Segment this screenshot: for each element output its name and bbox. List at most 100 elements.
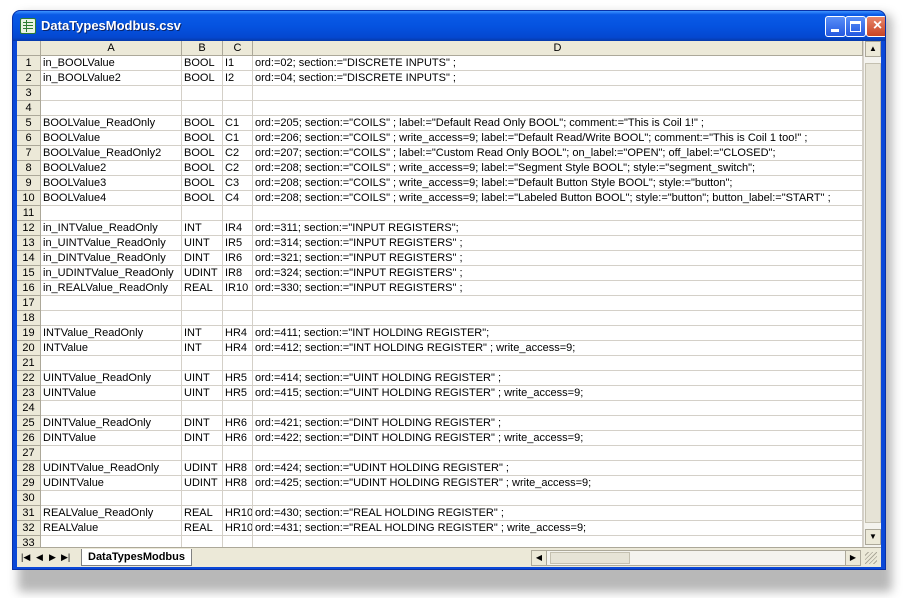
prev-sheet-arrow-icon[interactable]: ◀	[36, 552, 43, 563]
cell-d[interactable]	[253, 446, 863, 461]
cell-d[interactable]: ord:=430; section:="REAL HOLDING REGISTE…	[253, 506, 863, 521]
scroll-right-arrow-icon[interactable]: ▶	[845, 550, 861, 566]
cell-c[interactable]	[223, 356, 253, 371]
cell-d[interactable]	[253, 311, 863, 326]
cell-a[interactable]	[41, 491, 182, 506]
cell-d[interactable]: ord:=324; section:="INPUT REGISTERS" ;	[253, 266, 863, 281]
cell-d[interactable]: ord:=04; section:="DISCRETE INPUTS" ;	[253, 71, 863, 86]
cell-a[interactable]: REALValue_ReadOnly	[41, 506, 182, 521]
scroll-up-arrow-icon[interactable]: ▲	[865, 41, 881, 57]
row-number-header[interactable]: 19	[17, 326, 41, 341]
cell-d[interactable]: ord:=424; section:="UDINT HOLDING REGIST…	[253, 461, 863, 476]
row-number-header[interactable]: 1	[17, 56, 41, 71]
cell-c[interactable]	[223, 101, 253, 116]
cell-d[interactable]: ord:=02; section:="DISCRETE INPUTS" ;	[253, 56, 863, 71]
cell-b[interactable]: BOOL	[182, 191, 223, 206]
cell-b[interactable]: BOOL	[182, 161, 223, 176]
cell-d[interactable]: ord:=431; section:="REAL HOLDING REGISTE…	[253, 521, 863, 536]
cell-a[interactable]: in_BOOLValue	[41, 56, 182, 71]
cell-c[interactable]: IR10	[223, 281, 253, 296]
cell-a[interactable]: UDINTValue_ReadOnly	[41, 461, 182, 476]
cell-d[interactable]: ord:=421; section:="DINT HOLDING REGISTE…	[253, 416, 863, 431]
cell-d[interactable]	[253, 101, 863, 116]
cell-d[interactable]: ord:=208; section:="COILS" ; write_acces…	[253, 191, 863, 206]
row-number-header[interactable]: 30	[17, 491, 41, 506]
cell-a[interactable]	[41, 311, 182, 326]
cell-b[interactable]: UINT	[182, 371, 223, 386]
row-number-header[interactable]: 12	[17, 221, 41, 236]
cell-d[interactable]: ord:=205; section:="COILS" ; label:="Def…	[253, 116, 863, 131]
cell-c[interactable]: IR6	[223, 251, 253, 266]
cell-b[interactable]: BOOL	[182, 176, 223, 191]
cell-a[interactable]: BOOLValue_ReadOnly2	[41, 146, 182, 161]
row-number-header[interactable]: 9	[17, 176, 41, 191]
cell-b[interactable]: UDINT	[182, 266, 223, 281]
minimize-button[interactable]	[825, 16, 846, 37]
cell-a[interactable]: in_BOOLValue2	[41, 71, 182, 86]
cell-a[interactable]: UDINTValue	[41, 476, 182, 491]
vertical-scroll-thumb[interactable]	[865, 63, 881, 523]
row-number-header[interactable]: 29	[17, 476, 41, 491]
row-number-header[interactable]: 26	[17, 431, 41, 446]
row-number-header[interactable]: 5	[17, 116, 41, 131]
cell-d[interactable]: ord:=330; section:="INPUT REGISTERS" ;	[253, 281, 863, 296]
cell-c[interactable]	[223, 86, 253, 101]
cell-b[interactable]: BOOL	[182, 71, 223, 86]
cell-a[interactable]	[41, 356, 182, 371]
row-number-header[interactable]: 17	[17, 296, 41, 311]
last-sheet-arrow-icon[interactable]: ▶|	[61, 552, 70, 563]
cell-d[interactable]: ord:=206; section:="COILS" ; write_acces…	[253, 131, 863, 146]
cell-c[interactable]: C1	[223, 131, 253, 146]
row-number-header[interactable]: 14	[17, 251, 41, 266]
cell-c[interactable]	[223, 206, 253, 221]
row-number-header[interactable]: 10	[17, 191, 41, 206]
first-sheet-arrow-icon[interactable]: |◀	[21, 552, 30, 563]
cell-b[interactable]	[182, 101, 223, 116]
cell-a[interactable]: in_UINTValue_ReadOnly	[41, 236, 182, 251]
cell-a[interactable]: BOOLValue3	[41, 176, 182, 191]
row-number-header[interactable]: 7	[17, 146, 41, 161]
cell-d[interactable]: ord:=411; section:="INT HOLDING REGISTER…	[253, 326, 863, 341]
excel-document-icon[interactable]	[20, 18, 36, 34]
cell-d[interactable]: ord:=207; section:="COILS" ; label:="Cus…	[253, 146, 863, 161]
cell-b[interactable]	[182, 311, 223, 326]
cell-c[interactable]: HR5	[223, 371, 253, 386]
cell-d[interactable]	[253, 356, 863, 371]
cell-b[interactable]: REAL	[182, 281, 223, 296]
cell-a[interactable]: DINTValue_ReadOnly	[41, 416, 182, 431]
cell-b[interactable]	[182, 86, 223, 101]
cell-b[interactable]: BOOL	[182, 146, 223, 161]
cell-d[interactable]: ord:=314; section:="INPUT REGISTERS" ;	[253, 236, 863, 251]
scroll-left-arrow-icon[interactable]: ◀	[531, 550, 547, 566]
close-button[interactable]: ×	[866, 16, 885, 37]
cell-b[interactable]	[182, 296, 223, 311]
cell-a[interactable]: BOOLValue	[41, 131, 182, 146]
horizontal-scrollbar[interactable]: ◀ ▶	[531, 550, 861, 566]
select-all-corner[interactable]	[17, 41, 41, 56]
cell-b[interactable]: REAL	[182, 506, 223, 521]
cell-b[interactable]: INT	[182, 326, 223, 341]
cell-c[interactable]: C3	[223, 176, 253, 191]
row-number-header[interactable]: 3	[17, 86, 41, 101]
resize-grip-icon[interactable]	[865, 552, 877, 564]
row-number-header[interactable]: 2	[17, 71, 41, 86]
row-number-header[interactable]: 25	[17, 416, 41, 431]
row-number-header[interactable]: 23	[17, 386, 41, 401]
cell-d[interactable]	[253, 296, 863, 311]
cell-d[interactable]: ord:=425; section:="UDINT HOLDING REGIST…	[253, 476, 863, 491]
cell-c[interactable]: IR5	[223, 236, 253, 251]
cell-c[interactable]	[223, 491, 253, 506]
sheet-tab[interactable]: DataTypesModbus	[81, 549, 192, 566]
row-number-header[interactable]: 13	[17, 236, 41, 251]
cell-d[interactable]: ord:=415; section:="UINT HOLDING REGISTE…	[253, 386, 863, 401]
row-number-header[interactable]: 18	[17, 311, 41, 326]
cell-a[interactable]: in_INTValue_ReadOnly	[41, 221, 182, 236]
cell-b[interactable]	[182, 491, 223, 506]
cell-a[interactable]: BOOLValue2	[41, 161, 182, 176]
cell-d[interactable]	[253, 86, 863, 101]
cell-c[interactable]: C2	[223, 161, 253, 176]
cell-b[interactable]: DINT	[182, 416, 223, 431]
cell-a[interactable]: in_UDINTValue_ReadOnly	[41, 266, 182, 281]
cell-c[interactable]: HR5	[223, 386, 253, 401]
cell-c[interactable]	[223, 401, 253, 416]
